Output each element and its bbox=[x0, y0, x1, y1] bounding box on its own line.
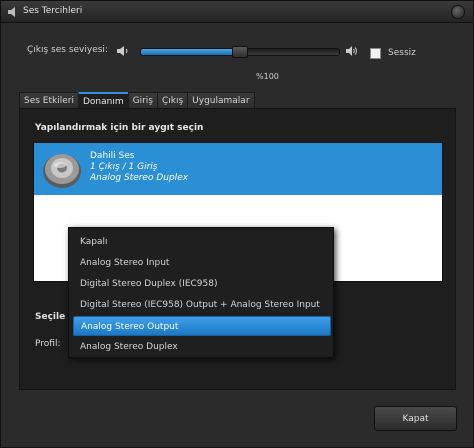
device-name: Dahili Ses bbox=[90, 151, 135, 161]
output-volume-label: Çıkış ses seviyesi: bbox=[27, 45, 108, 55]
selected-device-settings-label: Seçile bbox=[35, 312, 66, 322]
close-icon[interactable] bbox=[451, 5, 465, 19]
sound-preferences-window: Ses Tercihleri Çıkış ses seviyesi: Sessi… bbox=[0, 0, 474, 448]
device-profile: Analog Stereo Duplex bbox=[90, 173, 189, 183]
profile-option-digital-output-analog-input[interactable]: Digital Stereo (IEC958) Output + Analog … bbox=[73, 295, 331, 315]
title-bar[interactable]: Ses Tercihleri bbox=[1, 1, 473, 23]
volume-low-icon bbox=[117, 46, 128, 56]
device-section-title: Yapılandırmak için bir aygıt seçin bbox=[35, 123, 204, 133]
mute-checkbox[interactable] bbox=[370, 48, 381, 59]
profile-dropdown-menu[interactable]: Kapalı Analog Stereo Input Digital Stere… bbox=[68, 227, 334, 358]
profile-option-off[interactable]: Kapalı bbox=[73, 232, 331, 252]
tab-input[interactable]: Giriş bbox=[127, 92, 158, 109]
volume-high-icon bbox=[346, 46, 357, 56]
profile-option-analog-stereo-duplex[interactable]: Analog Stereo Duplex bbox=[73, 337, 331, 357]
volume-slider-handle[interactable] bbox=[232, 46, 248, 58]
close-button[interactable]: Kapat bbox=[374, 406, 457, 431]
profile-option-analog-stereo-output[interactable]: Analog Stereo Output bbox=[73, 316, 331, 336]
tab-hardware[interactable]: Donanım bbox=[77, 92, 129, 109]
speaker-device-icon bbox=[43, 154, 81, 188]
profile-option-digital-stereo-duplex[interactable]: Digital Stereo Duplex (IEC958) bbox=[73, 274, 331, 294]
mute-label: Sessiz bbox=[388, 48, 416, 58]
tab-bar: Ses Etkileri Donanım Giriş Çıkış Uygulam… bbox=[19, 92, 255, 109]
tab-sound-effects[interactable]: Ses Etkileri bbox=[19, 92, 79, 109]
window-title: Ses Tercihleri bbox=[23, 6, 83, 16]
volume-slider-fill bbox=[141, 49, 240, 55]
tab-applications[interactable]: Uygulamalar bbox=[187, 92, 255, 109]
volume-percent-label: %100 bbox=[256, 72, 279, 81]
speaker-icon bbox=[8, 7, 15, 17]
device-ports: 1 Çıkış / 1 Giriş bbox=[90, 162, 158, 172]
profile-label: Profil: bbox=[35, 339, 61, 349]
profile-option-analog-stereo-input[interactable]: Analog Stereo Input bbox=[73, 253, 331, 273]
device-row-internal-audio[interactable]: Dahili Ses 1 Çıkış / 1 Giriş Analog Ster… bbox=[34, 143, 442, 195]
volume-slider[interactable] bbox=[140, 46, 340, 58]
tab-output[interactable]: Çıkış bbox=[156, 92, 189, 109]
